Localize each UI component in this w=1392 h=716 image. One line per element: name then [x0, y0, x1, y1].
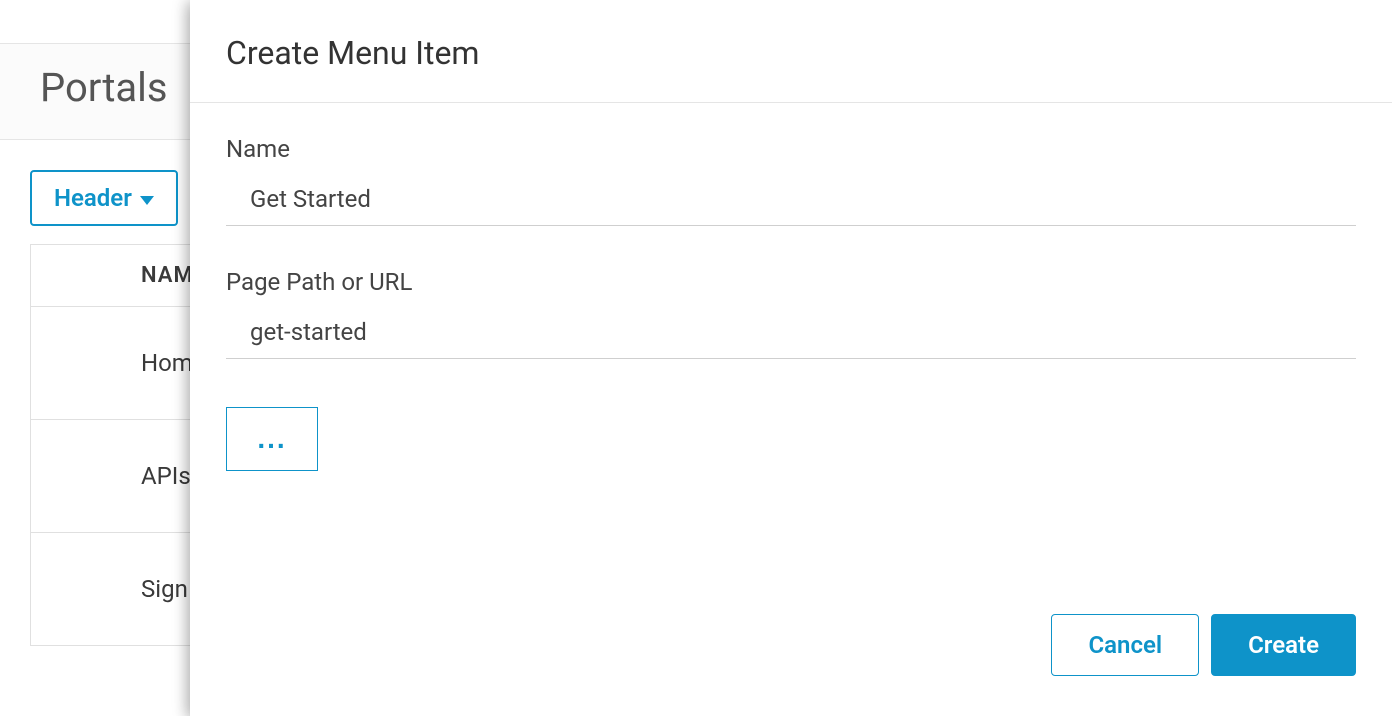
form-group-path: Page Path or URL [226, 268, 1356, 359]
create-menu-item-modal: Create Menu Item Name Page Path or URL .… [190, 0, 1392, 716]
header-dropdown-label: Header [54, 184, 132, 212]
path-input[interactable] [226, 310, 1356, 359]
create-button[interactable]: Create [1211, 614, 1356, 676]
modal-body: Name Page Path or URL ... [190, 103, 1392, 590]
name-label: Name [226, 135, 1356, 163]
path-label: Page Path or URL [226, 268, 1356, 296]
table-cell-name: APIs [141, 462, 191, 490]
modal-footer: Cancel Create [190, 590, 1392, 716]
name-input[interactable] [226, 177, 1356, 226]
header-dropdown[interactable]: Header [30, 170, 178, 226]
modal-header: Create Menu Item [190, 0, 1392, 103]
more-options-button[interactable]: ... [226, 407, 318, 471]
caret-down-icon [140, 196, 154, 205]
form-group-name: Name [226, 135, 1356, 226]
modal-title: Create Menu Item [226, 34, 1356, 72]
cancel-button[interactable]: Cancel [1051, 614, 1199, 676]
